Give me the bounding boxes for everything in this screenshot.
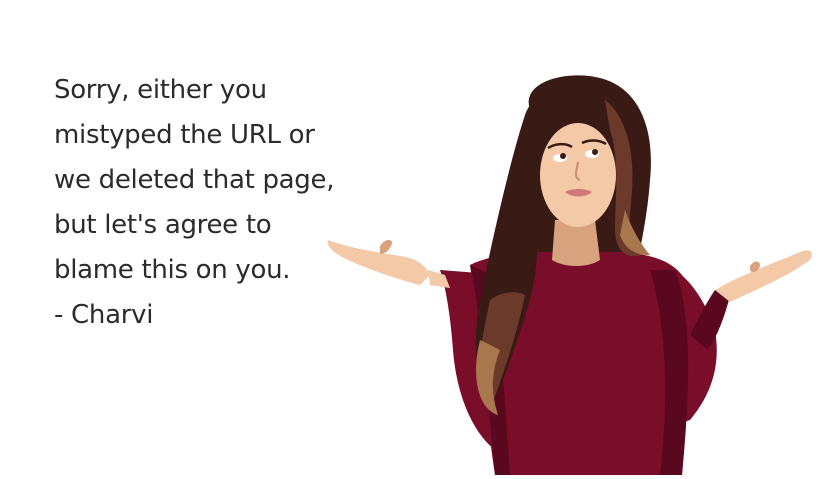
face: [540, 123, 616, 227]
left-pupil: [560, 153, 566, 159]
right-hand: [715, 250, 812, 302]
message-line-1: Sorry, either you: [54, 75, 267, 105]
not-found-message: Sorry, either you mistyped the URL or we…: [54, 68, 354, 338]
message-signature: - Charvi: [54, 300, 154, 330]
shrugging-woman-illustration: [320, 70, 829, 475]
message-line-3: we deleted that page,: [54, 165, 335, 195]
message-line-2: mistyped the URL or: [54, 120, 315, 150]
message-line-4: but let's agree to: [54, 210, 272, 240]
right-pupil: [592, 149, 598, 155]
left-thumb: [380, 239, 392, 254]
left-hand: [327, 240, 430, 285]
message-line-5: blame this on you.: [54, 255, 291, 285]
